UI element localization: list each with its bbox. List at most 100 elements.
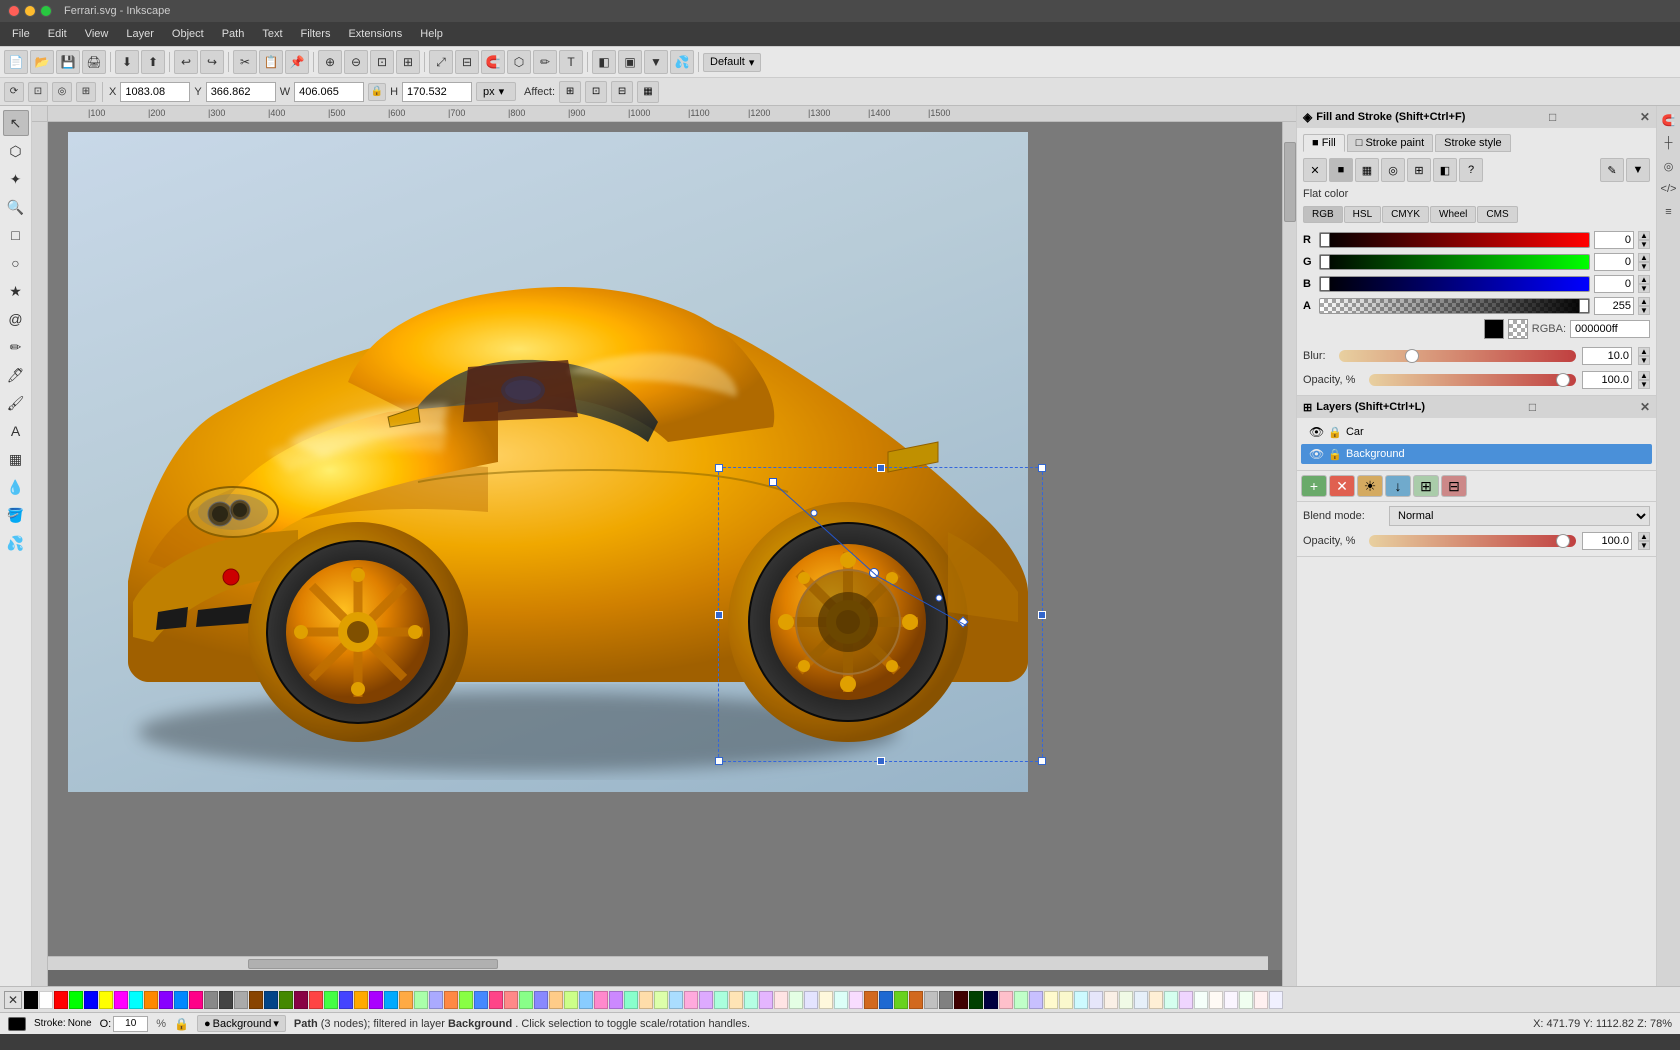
fill-radial-button[interactable]: ◎ (1381, 158, 1405, 182)
xml-button[interactable]: </> (1659, 179, 1679, 199)
color-swatch[interactable] (1179, 991, 1193, 1009)
zoom-in-button[interactable]: ⊕ (318, 50, 342, 74)
color-swatch[interactable] (714, 991, 728, 1009)
color-swatch[interactable] (579, 991, 593, 1009)
affect-btn-2[interactable]: ⊡ (585, 81, 607, 103)
fill-delete-button[interactable]: ▼ (1626, 158, 1650, 182)
lock-aspect-button[interactable]: 🔒 (368, 83, 386, 101)
color-swatch[interactable] (699, 991, 713, 1009)
tab-rgb[interactable]: RGB (1303, 206, 1343, 223)
color-swatch[interactable] (834, 991, 848, 1009)
spray-button[interactable]: 💦 (670, 50, 694, 74)
menu-object[interactable]: Object (164, 26, 212, 42)
fill-stroke-x[interactable]: ✕ (1640, 110, 1650, 124)
tab-fill[interactable]: ■ Fill (1303, 134, 1345, 152)
menu-filters[interactable]: Filters (293, 26, 339, 42)
color-swatch[interactable] (1194, 991, 1208, 1009)
color-swatch[interactable] (504, 991, 518, 1009)
color-swatch[interactable] (564, 991, 578, 1009)
menu-path[interactable]: Path (214, 26, 253, 42)
color-swatch[interactable] (789, 991, 803, 1009)
color-swatch[interactable] (924, 991, 938, 1009)
layer-bg-visibility[interactable]: 👁 (1309, 447, 1324, 461)
color-swatch[interactable] (864, 991, 878, 1009)
color-swatch[interactable] (654, 991, 668, 1009)
color-swatch[interactable] (324, 991, 338, 1009)
affect-btn-3[interactable]: ⊟ (611, 81, 633, 103)
color-swatch[interactable] (264, 991, 278, 1009)
layer-merge-button[interactable]: ⊟ (1441, 475, 1467, 497)
color-swatch[interactable] (444, 991, 458, 1009)
layer-delete-button[interactable]: ✕ (1329, 475, 1355, 497)
color-swatch[interactable] (639, 991, 653, 1009)
color-swatch[interactable] (144, 991, 158, 1009)
ellipse-tool[interactable]: ○ (3, 250, 29, 276)
opacity-slider[interactable] (1369, 374, 1576, 386)
h-input[interactable] (402, 82, 472, 102)
b-spin-up[interactable]: ▲ (1638, 275, 1650, 284)
g-spin-down[interactable]: ▼ (1638, 262, 1650, 271)
a-slider[interactable] (1319, 298, 1590, 314)
paste-button[interactable]: 📌 (285, 50, 309, 74)
color-swatch[interactable] (684, 991, 698, 1009)
color-swatch[interactable] (369, 991, 383, 1009)
color-swatch[interactable] (669, 991, 683, 1009)
color-swatch[interactable] (84, 991, 98, 1009)
no-color-swatch[interactable]: ✕ (4, 991, 22, 1009)
color-swatch[interactable] (1029, 991, 1043, 1009)
color-swatch[interactable] (1269, 991, 1283, 1009)
layer-lower-button[interactable]: ↓ (1385, 475, 1411, 497)
color-swatch[interactable] (549, 991, 563, 1009)
zoom-out-button[interactable]: ⊖ (344, 50, 368, 74)
menu-layer[interactable]: Layer (118, 26, 162, 42)
color-swatch[interactable] (969, 991, 983, 1009)
color-swatch[interactable] (984, 991, 998, 1009)
fill-none-button[interactable]: ✕ (1303, 158, 1327, 182)
color-swatch[interactable] (459, 991, 473, 1009)
mask-button[interactable]: ◧ (592, 50, 616, 74)
color-swatch[interactable] (894, 991, 908, 1009)
color-swatch[interactable] (99, 991, 113, 1009)
color-swatch[interactable] (1209, 991, 1223, 1009)
a-spin-up[interactable]: ▲ (1638, 297, 1650, 306)
canvas-content[interactable] (48, 122, 1282, 970)
fill-unknown-button[interactable]: ? (1459, 158, 1483, 182)
color-swatch[interactable] (1104, 991, 1118, 1009)
xmpl-button[interactable]: ≡ (1659, 202, 1679, 222)
save-button[interactable]: 💾 (56, 50, 80, 74)
new-button[interactable]: 📄 (4, 50, 28, 74)
y-input[interactable] (206, 82, 276, 102)
layer-bg-lock[interactable]: 🔒 (1328, 448, 1342, 461)
snap-button[interactable]: 🧲 (481, 50, 505, 74)
menu-text[interactable]: Text (254, 26, 290, 42)
blur-spin-down[interactable]: ▼ (1638, 356, 1650, 365)
color-swatch[interactable] (774, 991, 788, 1009)
tab-stroke-paint[interactable]: □ Stroke paint (1347, 134, 1433, 152)
a-spin-down[interactable]: ▼ (1638, 306, 1650, 315)
r-spin-up[interactable]: ▲ (1638, 231, 1650, 240)
color-swatch[interactable] (909, 991, 923, 1009)
unit-dropdown[interactable]: px ▾ (476, 82, 516, 101)
fill-indicator[interactable] (8, 1017, 26, 1031)
color-mgmt-button[interactable]: ◎ (1659, 156, 1679, 176)
tab-cms[interactable]: CMS (1477, 206, 1517, 223)
tab-wheel[interactable]: Wheel (1430, 206, 1476, 223)
color-swatch[interactable] (129, 991, 143, 1009)
fill-pattern-button[interactable]: ⊞ (1407, 158, 1431, 182)
export-button[interactable]: ⬆ (141, 50, 165, 74)
r-slider[interactable] (1319, 232, 1590, 248)
b-input[interactable] (1594, 275, 1634, 293)
zoom-fit-button[interactable]: ⊡ (370, 50, 394, 74)
layer-opacity-down[interactable]: ▼ (1638, 541, 1650, 550)
r-spin-down[interactable]: ▼ (1638, 240, 1650, 249)
default-dropdown[interactable]: Default ▾ (703, 53, 761, 72)
layer-opacity-up[interactable]: ▲ (1638, 532, 1650, 541)
color-swatch[interactable] (609, 991, 623, 1009)
x-input[interactable] (120, 82, 190, 102)
close-button[interactable] (8, 5, 20, 17)
color-swatch[interactable] (819, 991, 833, 1009)
select-tool[interactable]: ↖ (3, 110, 29, 136)
fill-linear-button[interactable]: ▦ (1355, 158, 1379, 182)
color-swatch[interactable] (729, 991, 743, 1009)
color-swatch[interactable] (474, 991, 488, 1009)
